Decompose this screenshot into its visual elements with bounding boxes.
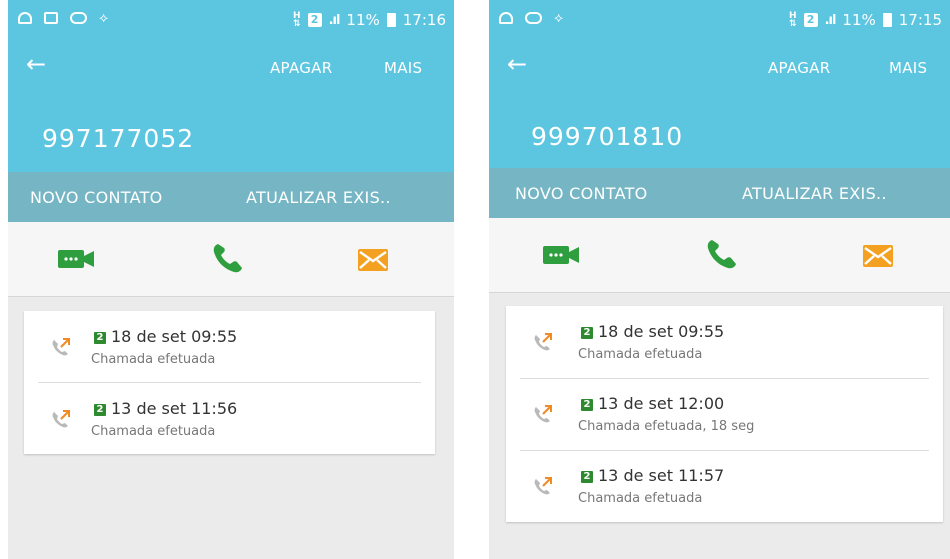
voicemail-icon [525, 12, 542, 24]
clock: 17:15 [898, 11, 942, 29]
call-detail: Chamada efetuada [91, 352, 216, 367]
battery-icon [386, 13, 396, 27]
phone-number: 997177052 [42, 124, 195, 153]
call-datetime: 2 13 de set 11:56 [94, 399, 237, 418]
call-row[interactable]: 2 13 de set 11:56 Chamada efetuada [24, 383, 435, 455]
call-history-card: 2 18 de set 09:55 Chamada efetuada 2 13 de… [24, 311, 435, 454]
contact-bar: NOVO CONTATO ATUALIZAR EXIS.. [8, 172, 454, 222]
call-detail: Chamada efetuada, 18 seg [578, 419, 755, 434]
outgoing-call-icon [534, 477, 552, 495]
status-bar: ⟡ H ⇅ 2 .ıl 11% 17:15 [489, 0, 950, 42]
sim-badge: 2 [581, 399, 593, 411]
video-call-icon[interactable] [543, 245, 579, 265]
envelope-icon[interactable] [863, 245, 893, 267]
delete-button[interactable]: APAGAR [270, 59, 332, 77]
app-header: ← APAGAR MAIS 997177052 [8, 42, 454, 172]
call-row[interactable]: 2 13 de set 12:00 Chamada efetuada, 18 se… [506, 378, 943, 450]
location-icon: ⟡ [554, 10, 564, 26]
sim-badge: 2 [581, 471, 593, 483]
call-detail: Chamada efetuada [578, 491, 703, 506]
wifi-icon [18, 12, 32, 24]
back-arrow-icon[interactable]: ← [26, 50, 46, 78]
battery-percent: 11% [842, 11, 876, 29]
network-type-icon: H ⇅ [789, 11, 797, 29]
phone-screen-right: ⟡ H ⇅ 2 .ıl 11% 17:15 ← APAGAR MAIS 99970… [489, 0, 950, 559]
clock: 17:16 [402, 11, 446, 29]
outgoing-call-icon [534, 405, 552, 423]
sim-badge: 2 [94, 332, 106, 344]
more-button[interactable]: MAIS [889, 59, 927, 77]
update-existing-button[interactable]: ATUALIZAR EXIS.. [246, 188, 391, 207]
new-contact-button[interactable]: NOVO CONTATO [515, 184, 648, 203]
signal-icon: .ıl [328, 12, 341, 28]
gallery-icon [44, 12, 58, 24]
call-detail: Chamada efetuada [578, 347, 703, 362]
location-icon: ⟡ [99, 10, 109, 26]
contact-bar: NOVO CONTATO ATUALIZAR EXIS.. [489, 168, 950, 218]
envelope-icon[interactable] [358, 249, 388, 271]
outgoing-call-icon [52, 410, 70, 428]
wifi-icon [499, 12, 513, 24]
outgoing-call-icon [52, 338, 70, 356]
phone-screen-left: ⟡ H ⇅ 2 .ıl 11% 17:16 ← APAGAR MAIS 99717… [8, 0, 454, 559]
new-contact-button[interactable]: NOVO CONTATO [30, 188, 163, 207]
sim-indicator: 2 [803, 13, 818, 27]
sim-badge: 2 [94, 404, 106, 416]
action-row [8, 222, 454, 297]
video-call-icon[interactable] [58, 249, 94, 269]
call-history-card: 2 18 de set 09:55 Chamada efetuada 2 13 de… [506, 306, 943, 522]
update-existing-button[interactable]: ATUALIZAR EXIS.. [742, 184, 887, 203]
more-button[interactable]: MAIS [384, 59, 422, 77]
sim-indicator: 2 [307, 13, 322, 27]
voicemail-icon [70, 12, 87, 24]
phone-number: 999701810 [531, 122, 684, 151]
call-datetime: 2 18 de set 09:55 [94, 327, 237, 346]
back-arrow-icon[interactable]: ← [507, 50, 527, 78]
call-row[interactable]: 2 18 de set 09:55 Chamada efetuada [506, 306, 943, 378]
app-header: ← APAGAR MAIS 999701810 [489, 42, 950, 168]
call-row[interactable]: 2 13 de set 11:57 Chamada efetuada [506, 450, 943, 522]
phone-icon[interactable] [211, 241, 245, 275]
call-datetime: 2 13 de set 11:57 [581, 466, 724, 485]
battery-icon [882, 13, 892, 27]
call-datetime: 2 13 de set 12:00 [581, 394, 724, 413]
delete-button[interactable]: APAGAR [768, 59, 830, 77]
phone-icon[interactable] [705, 237, 739, 271]
sim-badge: 2 [581, 327, 593, 339]
outgoing-call-icon [534, 333, 552, 351]
status-bar: ⟡ H ⇅ 2 .ıl 11% 17:16 [8, 0, 454, 42]
network-type-icon: H ⇅ [293, 11, 301, 29]
call-datetime: 2 18 de set 09:55 [581, 322, 724, 341]
action-row [489, 218, 950, 293]
battery-percent: 11% [346, 11, 380, 29]
signal-icon: .ıl [824, 12, 837, 28]
call-row[interactable]: 2 18 de set 09:55 Chamada efetuada [24, 311, 435, 383]
call-detail: Chamada efetuada [91, 424, 216, 439]
